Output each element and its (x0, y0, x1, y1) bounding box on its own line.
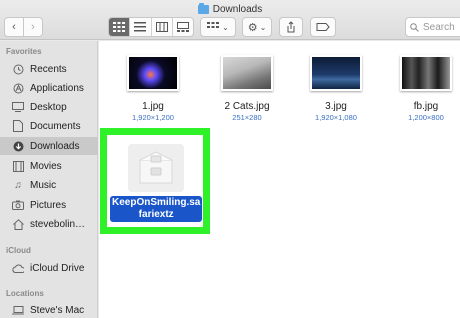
clock-icon (12, 63, 24, 75)
music-icon: ♫ (14, 179, 22, 191)
gear-icon: ⚙ (247, 21, 258, 34)
sidebar-item-desktop[interactable]: Desktop (0, 98, 98, 116)
columns-icon (155, 22, 168, 32)
film-icon (12, 160, 24, 172)
share-icon (287, 21, 295, 33)
file-item[interactable]: 1.jpg 1,920×1,200 (113, 55, 193, 122)
list-icon (134, 22, 147, 32)
action-menu-button[interactable]: ⚙ ⌄ (242, 17, 272, 37)
chevron-left-icon: ‹ (12, 21, 16, 33)
chevron-right-icon: › (31, 21, 35, 33)
sidebar-item-label: stevebolin… (30, 218, 86, 230)
sidebar-item-documents[interactable]: Documents (0, 117, 98, 135)
sidebar-item-home[interactable]: stevebolin… (0, 215, 98, 233)
home-icon (12, 218, 24, 230)
file-dimensions: 1,200×800 (408, 113, 444, 122)
column-view-button[interactable] (152, 18, 173, 36)
file-item[interactable]: fb.jpg 1,200×800 (386, 55, 460, 122)
search-placeholder: Search (423, 21, 455, 33)
icon-view-button[interactable] (109, 18, 131, 36)
tag-button[interactable] (310, 17, 336, 37)
tag-icon (316, 23, 330, 31)
gallery-icon (176, 22, 189, 32)
sidebar-item-label: Movies (30, 160, 62, 172)
gallery-view-button[interactable] (173, 18, 193, 36)
sidebar-item-label: Desktop (30, 101, 67, 113)
window-title-text: Downloads (212, 3, 263, 15)
toolbar: Downloads ‹ › ⌄ ⚙ ⌄ Search (0, 0, 460, 40)
sidebar-heading-icloud: iCloud (6, 246, 31, 255)
cloud-icon (12, 262, 24, 274)
chevron-down-icon: ⌄ (259, 22, 267, 32)
sidebar: Favorites Recents Applications Desktop D… (0, 41, 98, 318)
selected-file-name-line1: KeepOnSmiling.sa (112, 197, 201, 208)
window-title: Downloads (0, 2, 460, 16)
sidebar-item-label: iCloud Drive (30, 262, 85, 274)
view-mode-group (108, 17, 194, 37)
laptop-icon (12, 304, 24, 316)
sidebar-item-label: Documents (30, 120, 81, 132)
selected-file-name-line2: fariextz (138, 209, 174, 220)
share-button[interactable] (279, 17, 303, 37)
file-thumbnail (127, 55, 179, 91)
file-name: fb.jpg (413, 101, 439, 112)
sidebar-item-label: Recents (30, 63, 67, 75)
sidebar-item-movies[interactable]: Movies (0, 157, 98, 175)
sidebar-heading-favorites: Favorites (6, 47, 42, 56)
search-input[interactable]: Search (405, 17, 460, 37)
grid-icon (113, 22, 126, 32)
folder-icon (197, 2, 209, 14)
file-item[interactable]: 2 Cats.jpg 251×280 (207, 55, 287, 122)
list-view-button[interactable] (130, 18, 152, 36)
selected-file-name[interactable]: KeepOnSmiling.sa fariextz (110, 196, 203, 222)
sidebar-item-label: Applications (30, 82, 84, 94)
sidebar-item-label: Downloads (30, 140, 80, 152)
group-grid-icon (207, 22, 220, 28)
download-icon (12, 140, 24, 152)
sidebar-item-label: Steve's Mac (30, 304, 85, 316)
sidebar-item-downloads[interactable]: Downloads (0, 137, 98, 155)
selected-file-item[interactable]: KeepOnSmiling.sa fariextz (110, 138, 203, 222)
forward-button[interactable]: › (23, 17, 43, 37)
sidebar-item-music[interactable]: ♫ Music (0, 176, 98, 194)
sidebar-item-applications[interactable]: Applications (0, 79, 98, 97)
sidebar-item-steves-mac[interactable]: Steve's Mac (0, 301, 98, 318)
safari-extension-icon (128, 144, 184, 192)
sidebar-item-recents[interactable]: Recents (0, 60, 98, 78)
chevron-down-icon: ⌄ (222, 22, 229, 32)
camera-icon (12, 199, 24, 211)
file-dimensions: 1,920×1,080 (315, 113, 357, 122)
file-name: 2 Cats.jpg (224, 101, 270, 112)
file-thumbnail (310, 55, 362, 91)
desktop-icon (12, 101, 24, 113)
sidebar-item-pictures[interactable]: Pictures (0, 196, 98, 214)
back-button[interactable]: ‹ (4, 17, 24, 37)
file-dimensions: 251×280 (232, 113, 262, 122)
search-icon (410, 22, 419, 32)
sidebar-item-icloud-drive[interactable]: iCloud Drive (0, 259, 98, 277)
file-thumbnail (400, 55, 452, 91)
group-by-button[interactable]: ⌄ (200, 17, 236, 37)
file-name: 1.jpg (142, 101, 164, 112)
sidebar-item-label: Music (30, 179, 57, 191)
file-name: 3.jpg (325, 101, 347, 112)
applications-icon (12, 82, 24, 94)
sidebar-heading-locations: Locations (6, 289, 44, 298)
sidebar-item-label: Pictures (30, 199, 67, 211)
file-item[interactable]: 3.jpg 1,920×1,080 (296, 55, 376, 122)
document-icon (12, 120, 24, 132)
file-thumbnail (221, 55, 273, 91)
file-dimensions: 1,920×1,200 (132, 113, 174, 122)
